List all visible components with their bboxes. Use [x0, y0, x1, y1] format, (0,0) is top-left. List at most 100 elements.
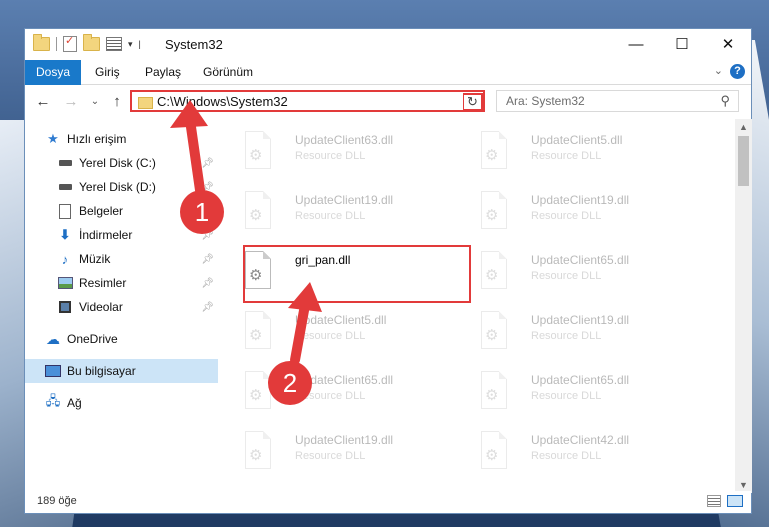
view-icon[interactable]: [106, 37, 122, 51]
address-path: C:\Windows\System32: [157, 94, 288, 109]
file-item[interactable]: ⚙ UpdateClient19.dll Resource DLL: [459, 183, 684, 239]
up-arrow-icon[interactable]: ↑: [107, 91, 127, 111]
sidebar-item-label: Yerel Disk (C:): [79, 156, 156, 170]
maximize-button[interactable]: ☐: [659, 29, 705, 59]
file-item[interactable]: ⚙ UpdateClient65.dll Resource DLL: [459, 243, 684, 299]
sidebar-item-label: Hızlı erişim: [67, 132, 127, 146]
music-icon: ♪: [61, 251, 69, 267]
dll-file-icon: ⚙: [479, 371, 511, 411]
address-bar[interactable]: C:\Windows\System32 ⌄: [130, 90, 485, 112]
new-folder-icon[interactable]: [83, 34, 100, 51]
ribbon-tabs: Dosya Giriş Paylaş Görünüm ⌄ ?: [25, 60, 751, 116]
dll-file-icon: ⚙: [243, 311, 275, 351]
cloud-icon: ☁: [46, 330, 60, 347]
file-name: UpdateClient19.dll: [531, 193, 630, 207]
dll-file-icon: ⚙: [479, 431, 511, 471]
sidebar-item-this-pc[interactable]: Bu bilgisayar: [25, 359, 218, 383]
download-icon: ⬇: [59, 227, 71, 242]
sidebar-item-onedrive[interactable]: ☁ OneDrive: [25, 327, 218, 351]
file-item[interactable]: ⚙ UpdateClient5.dll Resource DLL: [223, 303, 448, 359]
back-arrow-icon[interactable]: ←: [33, 91, 53, 111]
sidebar-item-documents[interactable]: Belgeler 📌︎: [25, 199, 218, 223]
forward-arrow-icon[interactable]: →: [61, 91, 81, 111]
file-type: Resource DLL: [295, 150, 366, 162]
file-item[interactable]: ⚙ UpdateClient19.dll Resource DLL: [459, 303, 684, 359]
tab-home[interactable]: Giriş: [83, 60, 132, 84]
pin-icon[interactable]: 📌︎: [201, 182, 214, 193]
refresh-icon[interactable]: ↻: [463, 93, 483, 111]
tiles-view-icon[interactable]: [727, 495, 743, 507]
search-input[interactable]: Ara: System32 ⚲: [496, 90, 739, 112]
pin-icon[interactable]: 📌︎: [201, 158, 214, 169]
tab-view[interactable]: Görünüm: [191, 60, 265, 84]
video-icon: [57, 300, 73, 314]
window-title: System32: [165, 37, 223, 52]
navigation-bar: ← → ⌄ ↑ C:\Windows\System32 ⌄ ↻ Ara: Sys…: [25, 85, 751, 117]
file-name: UpdateClient19.dll: [295, 193, 394, 207]
file-name: UpdateClient19.dll: [531, 313, 630, 327]
file-name: UpdateClient65.dll: [531, 373, 630, 387]
sidebar-item-local-disk-d[interactable]: Yerel Disk (D:) 📌︎: [25, 175, 218, 199]
customize-toolbar-icon[interactable]: ▾: [128, 39, 133, 50]
file-item[interactable]: ⚙ UpdateClient19.dll Resource DLL: [223, 423, 448, 479]
pin-icon[interactable]: 📌︎: [201, 230, 214, 241]
details-view-icon[interactable]: [707, 495, 721, 507]
file-type: Resource DLL: [295, 390, 366, 402]
properties-icon[interactable]: [63, 34, 77, 52]
scroll-thumb[interactable]: [738, 136, 749, 186]
sidebar-item-network[interactable]: 🖧︎ Ağ: [25, 391, 218, 415]
sidebar-item-music[interactable]: ♪ Müzik 📌︎: [25, 247, 218, 271]
scroll-up-icon[interactable]: ▲: [735, 119, 752, 135]
sidebar-item-label: Belgeler: [79, 204, 124, 218]
file-item[interactable]: ⚙ UpdateClient65.dll Resource DLL: [459, 363, 684, 419]
file-item[interactable]: ⚙ UpdateClient19.dll Resource DLL: [223, 183, 448, 239]
sidebar-item-label: Yerel Disk (D:): [79, 180, 156, 194]
file-name: UpdateClient5.dll: [295, 313, 387, 327]
pin-icon[interactable]: 📌︎: [201, 278, 214, 289]
pictures-icon: [57, 276, 73, 290]
highlight-gri-pan: [243, 245, 471, 303]
sidebar-item-label: Videolar: [79, 300, 123, 314]
pin-icon[interactable]: 📌︎: [201, 206, 214, 217]
close-button[interactable]: ✕: [705, 29, 751, 59]
folder-icon: [138, 97, 153, 109]
file-type: Resource DLL: [531, 150, 602, 162]
file-item[interactable]: ⚙ UpdateClient65.dll Resource DLL: [223, 363, 448, 419]
sidebar-item-label: Müzik: [79, 252, 111, 266]
dll-file-icon: ⚙: [243, 431, 275, 471]
minimize-button[interactable]: —: [613, 29, 659, 59]
file-item[interactable]: ⚙ UpdateClient42.dll Resource DLL: [459, 423, 684, 479]
file-name: UpdateClient42.dll: [531, 433, 630, 447]
recent-locations-icon[interactable]: ⌄: [85, 91, 105, 111]
file-type: Resource DLL: [531, 450, 602, 462]
file-name: UpdateClient5.dll: [531, 133, 623, 147]
pin-icon[interactable]: 📌︎: [201, 254, 214, 265]
dll-file-icon: ⚙: [479, 191, 511, 231]
sidebar-item-quick-access[interactable]: ★ Hızlı erişim: [25, 127, 218, 151]
search-placeholder: Ara: System32: [506, 94, 585, 108]
sidebar-item-local-disk-c[interactable]: Yerel Disk (C:) 📌︎: [25, 151, 218, 175]
file-name: UpdateClient65.dll: [295, 373, 394, 387]
file-item[interactable]: ⚙ UpdateClient63.dll Resource DLL: [223, 123, 448, 179]
pin-icon[interactable]: 📌︎: [201, 302, 214, 313]
network-icon: 🖧︎: [45, 393, 61, 408]
file-item[interactable]: ⚙ UpdateClient5.dll Resource DLL: [459, 123, 684, 179]
sidebar-item-label: OneDrive: [67, 332, 118, 346]
document-icon: [57, 203, 73, 219]
folder-icon: [33, 34, 50, 51]
tab-share[interactable]: Paylaş: [133, 60, 193, 84]
file-explorer-window: ▾ | System32 — ☐ ✕ Dosya Giriş Paylaş Gö…: [24, 28, 752, 514]
file-type: Resource DLL: [295, 210, 366, 222]
dll-file-icon: ⚙: [479, 311, 511, 351]
file-type: Resource DLL: [531, 210, 602, 222]
sidebar-item-pictures[interactable]: Resimler 📌︎: [25, 271, 218, 295]
vertical-scrollbar[interactable]: ▲ ▼: [735, 119, 752, 493]
search-icon: ⚲: [720, 93, 730, 108]
sidebar-item-videos[interactable]: Videolar 📌︎: [25, 295, 218, 319]
file-type: Resource DLL: [295, 330, 366, 342]
file-type: Resource DLL: [531, 330, 602, 342]
sidebar-item-downloads[interactable]: ⬇ İndirmeler 📌︎: [25, 223, 218, 247]
help-icon[interactable]: ?: [730, 64, 745, 79]
expand-ribbon-icon[interactable]: ⌄: [714, 64, 723, 77]
star-icon: ★: [47, 131, 59, 146]
